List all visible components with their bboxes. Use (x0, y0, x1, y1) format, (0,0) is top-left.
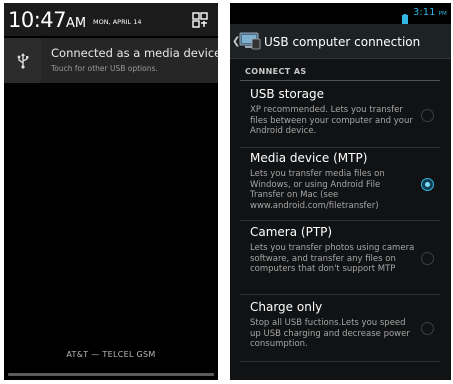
notification-subtitle: Touch for other USB options. (51, 64, 158, 73)
divider (240, 147, 440, 148)
action-bar: ❮ USB computer connection (230, 24, 451, 59)
date-label: MON, APRIL 14 (93, 18, 142, 26)
section-header: CONNECT AS (245, 67, 307, 76)
option-description: Stop all USB fuctions.Lets you speed up … (250, 318, 410, 349)
option-title: USB storage (250, 87, 325, 101)
option-charge-only[interactable]: Charge only Stop all USB fuctions.Lets y… (240, 300, 440, 358)
usb-notification[interactable]: Connected as a media device Touch for ot… (4, 38, 218, 83)
divider (240, 294, 440, 295)
usb-connection-screen: 3:11 PM ❮ USB computer connection CONNEC… (230, 3, 451, 380)
shade-drag-handle[interactable] (8, 373, 214, 376)
clock: 10:47AM (8, 8, 86, 32)
usb-computer-icon[interactable] (239, 31, 261, 51)
option-title: Charge only (250, 300, 323, 314)
option-description: XP recommended. Lets you transfer files … (250, 105, 413, 136)
clock-ampm: AM (66, 16, 87, 31)
clock-time: 10:47 (8, 8, 67, 32)
shade-header: 10:47AM MON, APRIL 14 (4, 3, 218, 36)
status-clock: 3:11 PM (413, 7, 447, 18)
radio-usb-storage[interactable] (421, 109, 434, 122)
option-title: Camera (PTP) (250, 225, 333, 239)
carrier-label: AT&T — TELCEL GSM (66, 350, 156, 359)
radio-media-device-mtp[interactable] (421, 178, 434, 191)
status-bar: 3:11 PM (230, 3, 451, 24)
option-usb-storage[interactable]: USB storage XP recommended. Lets you tra… (240, 87, 440, 145)
radio-camera-ptp[interactable] (421, 252, 434, 265)
option-description: Lets you transfer media files on Windows… (250, 169, 385, 211)
option-media-device-mtp[interactable]: Media device (MTP) Lets you transfer med… (240, 151, 440, 219)
screen-title: USB computer connection (264, 35, 421, 49)
divider (240, 361, 440, 362)
usb-icon (4, 38, 41, 83)
battery-icon (402, 9, 408, 24)
notification-title: Connected as a media device (51, 46, 218, 60)
option-title: Media device (MTP) (250, 151, 368, 165)
section-divider (240, 80, 440, 81)
status-clock-ampm: PM (438, 11, 447, 17)
status-clock-time: 3:11 (413, 7, 436, 18)
option-description: Lets you transfer photos using camera so… (250, 243, 415, 274)
radio-charge-only[interactable] (421, 322, 434, 335)
quick-settings-icon[interactable] (192, 12, 208, 28)
option-camera-ptp[interactable]: Camera (PTP) Lets you transfer photos us… (240, 225, 440, 293)
divider (240, 220, 440, 221)
notification-shade: 10:47AM MON, APRIL 14 Connected as a med… (4, 3, 218, 380)
